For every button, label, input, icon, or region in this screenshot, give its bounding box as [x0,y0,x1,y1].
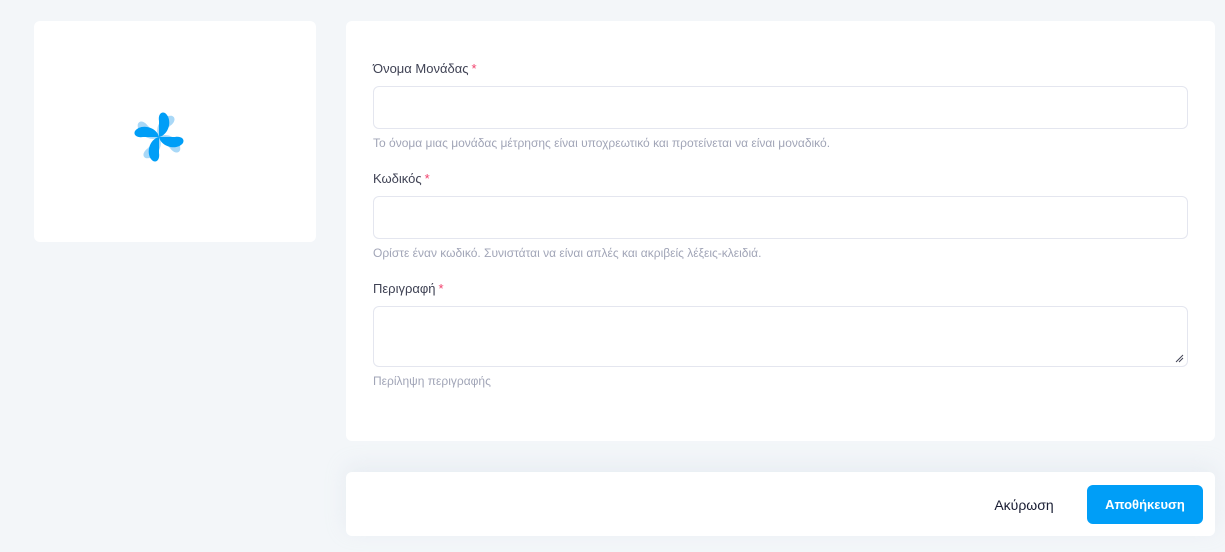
description-label: Περιγραφή * [373,281,444,296]
resize-grip-icon[interactable] [1175,354,1184,363]
cancel-button[interactable]: Ακύρωση [971,485,1077,524]
code-label: Κωδικός * [373,171,430,186]
code-hint: Ορίστε έναν κωδικό. Συνιστάται να είναι … [373,246,762,260]
description-textarea[interactable] [373,306,1188,367]
unit-name-hint: Το όνομα μιας μονάδας μέτρησης είναι υπο… [373,136,831,150]
required-marker: * [471,61,477,76]
description-hint: Περίληψη περιγραφής [373,374,491,388]
unit-name-input[interactable] [373,86,1188,129]
required-marker: * [438,281,444,296]
logo-card [34,21,316,242]
code-field-group: Κωδικός * Ορίστε έναν κωδικό. Συνιστάται … [373,171,1188,260]
save-button[interactable]: Αποθήκευση [1087,485,1203,524]
unit-form-card: Όνομα Μονάδας * Το όνομα μιας μονάδας μέτ… [346,21,1215,441]
unit-name-field-group: Όνομα Μονάδας * Το όνομα μιας μονάδας μέτ… [373,61,1188,150]
unit-name-label: Όνομα Μονάδας * [373,61,477,76]
blossom-logo-icon [134,111,184,162]
required-marker: * [424,171,430,186]
form-actions-bar: Ακύρωση Αποθήκευση [346,472,1215,536]
code-input[interactable] [373,196,1188,239]
description-field-group: Περιγραφή * Περίληψη περιγραφής [373,281,1188,388]
